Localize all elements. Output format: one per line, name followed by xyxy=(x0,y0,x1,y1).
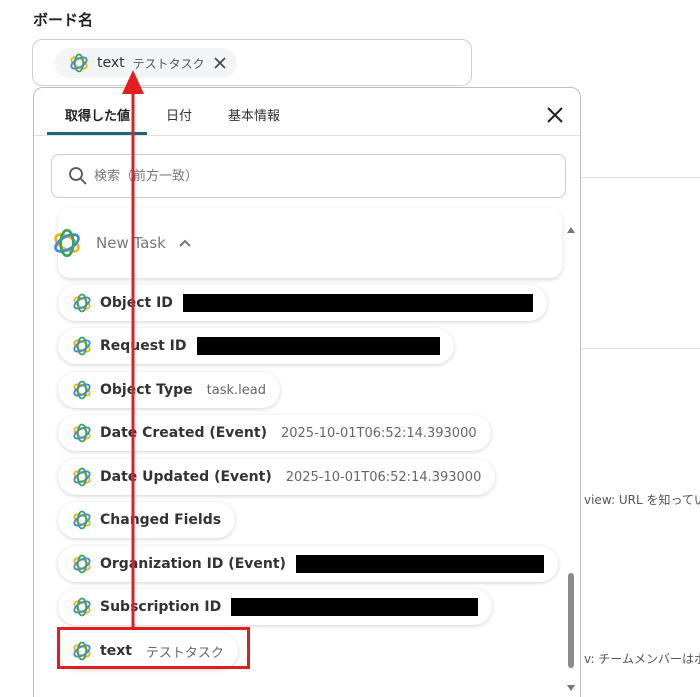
group-header-new-task[interactable]: New Task xyxy=(52,228,192,258)
highlight-box xyxy=(57,627,250,669)
chevron-up-icon[interactable] xyxy=(178,238,192,248)
item-name: Date Updated (Event) xyxy=(100,469,272,485)
item-name: Object ID xyxy=(100,295,173,311)
scroll-up-icon[interactable] xyxy=(567,218,575,237)
list-item-object-id[interactable]: Object ID xyxy=(58,285,547,321)
background-text: v: チームメンバーはボ xyxy=(584,652,700,666)
board-name-label: ボード名 xyxy=(33,11,94,29)
redacted-value xyxy=(231,598,479,616)
background-text: view: URL を知ってい xyxy=(584,493,700,507)
chip-name: text xyxy=(97,55,125,71)
redacted-value xyxy=(196,337,440,355)
asana-logo-icon xyxy=(72,380,92,400)
item-value: task.lead xyxy=(206,382,266,398)
redacted-value xyxy=(295,555,544,573)
list-item-date-updated[interactable]: Date Updated (Event) 2025-10-01T06:52:14… xyxy=(58,459,496,495)
asana-logo-icon xyxy=(72,293,92,313)
item-value: 2025-10-01T06:52:14.393000 xyxy=(285,469,482,485)
asana-logo-icon xyxy=(72,554,92,574)
asana-logo-icon xyxy=(72,336,92,356)
list-item-changed-fields[interactable]: Changed Fields xyxy=(58,502,236,538)
asana-logo-icon xyxy=(72,597,92,617)
chip-close-icon[interactable] xyxy=(213,56,227,70)
item-name: Subscription ID xyxy=(100,599,222,615)
board-name-field[interactable]: text テストタスク xyxy=(32,39,472,86)
tab-date[interactable]: 日付 xyxy=(166,105,192,124)
asana-logo-icon xyxy=(72,510,92,530)
search-box xyxy=(51,154,566,198)
redacted-value xyxy=(182,294,533,312)
selected-value-chip[interactable]: text テストタスク xyxy=(55,48,237,78)
item-name: Date Created (Event) xyxy=(100,425,267,441)
asana-logo-icon xyxy=(72,423,92,443)
tab-acquired-values[interactable]: 取得した値 xyxy=(65,105,130,124)
scroll-down-icon[interactable] xyxy=(567,676,575,695)
background-divider xyxy=(581,177,700,178)
group-name: New Task xyxy=(96,234,166,252)
asana-logo-icon xyxy=(69,53,89,73)
item-name: Object Type xyxy=(100,382,193,398)
scrollbar[interactable] xyxy=(565,218,577,691)
item-value: 2025-10-01T06:52:14.393000 xyxy=(280,425,477,441)
scrollbar-thumb[interactable] xyxy=(568,573,574,668)
list-item-organization-id[interactable]: Organization ID (Event) xyxy=(58,546,558,582)
item-name: Organization ID (Event) xyxy=(100,556,286,572)
item-name: Changed Fields xyxy=(100,512,222,528)
tab-bar: 取得した値 日付 基本情報 xyxy=(34,88,580,136)
asana-logo-icon xyxy=(52,228,82,258)
list-item-request-id[interactable]: Request ID xyxy=(58,328,454,364)
chip-value: テストタスク xyxy=(132,56,205,71)
close-icon[interactable] xyxy=(544,104,566,126)
tab-basic-info[interactable]: 基本情報 xyxy=(228,105,280,124)
list-item-subscription-id[interactable]: Subscription ID xyxy=(58,589,493,625)
list-item-date-created[interactable]: Date Created (Event) 2025-10-01T06:52:14… xyxy=(58,415,491,451)
search-input[interactable] xyxy=(94,155,544,197)
value-picker-panel: 取得した値 日付 基本情報 New Task Object ID Request… xyxy=(33,87,581,697)
background-divider xyxy=(581,348,700,349)
asana-logo-icon xyxy=(72,467,92,487)
list-item-object-type[interactable]: Object Type task.lead xyxy=(58,372,280,408)
active-tab-indicator xyxy=(47,132,147,135)
item-name: Request ID xyxy=(100,338,187,354)
search-icon xyxy=(68,166,88,190)
